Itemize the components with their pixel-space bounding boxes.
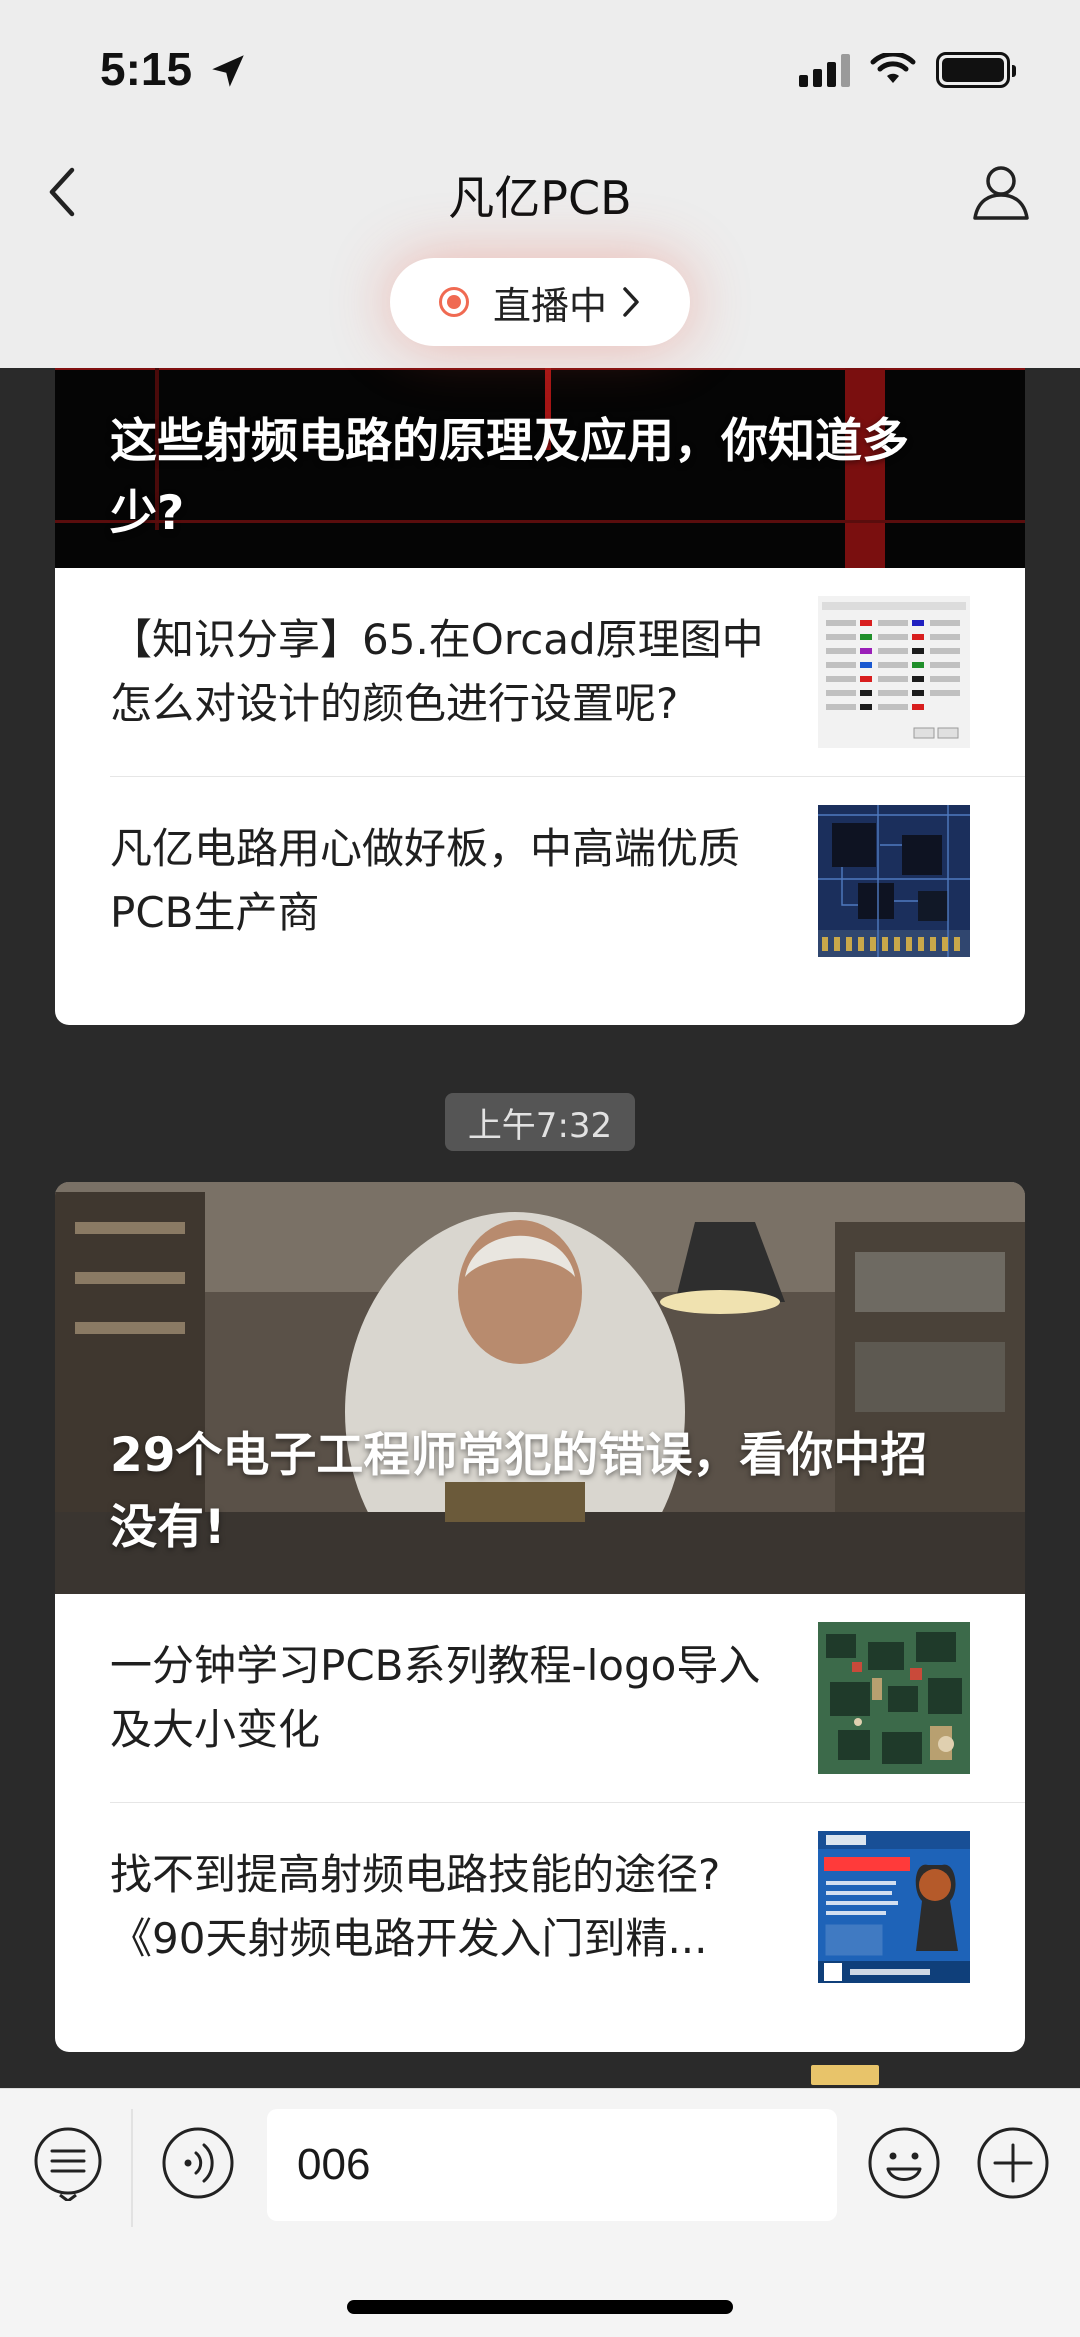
emoji-icon[interactable] <box>866 2125 942 2201</box>
article-hero[interactable]: 29个电子工程师常犯的错误，看你中招没有! <box>55 1182 1025 1594</box>
profile-icon[interactable] <box>970 160 1032 222</box>
article-list-item[interactable]: 一分钟学习PCB系列教程-logo导入及大小变化 <box>110 1594 1025 1802</box>
plus-icon[interactable] <box>975 2125 1051 2201</box>
cellular-signal-icon <box>799 53 850 87</box>
status-time: 5:15 <box>100 43 193 95</box>
article-thumbnail <box>818 1830 970 1983</box>
status-indicators <box>799 52 1016 88</box>
battery-icon <box>936 52 1016 88</box>
article-list-item[interactable]: 【知识分享】65.在Orcad原理图中怎么对设计的颜色进行设置呢? <box>110 568 1025 776</box>
article-card: 29个电子工程师常犯的错误，看你中招没有! 一分钟学习PCB系列教程-logo导… <box>55 1182 1025 2052</box>
hero-title: 这些射频电路的原理及应用，你知道多少? <box>110 414 909 541</box>
menu-list-icon[interactable] <box>30 2125 106 2201</box>
voice-input-icon[interactable] <box>160 2125 236 2201</box>
article-title: 【知识分享】65.在Orcad原理图中怎么对设计的颜色进行设置呢? <box>110 615 764 728</box>
message-timestamp: 上午7:32 <box>445 1093 635 1151</box>
divider <box>131 2109 133 2227</box>
article-title: 凡亿电路用心做好板，中高端优质PCB生产商 <box>110 823 741 937</box>
article-list-item[interactable]: 找不到提高射频电路技能的途径?《90天射频电路开发入门到精... <box>110 1802 1025 2010</box>
decorative-bookmark <box>811 2065 879 2085</box>
page-title: 凡亿PCB <box>448 171 632 225</box>
hero-title: 29个电子工程师常犯的错误，看你中招没有! <box>110 1428 928 1555</box>
message-input[interactable]: 006 <box>267 2109 837 2221</box>
article-thumbnail <box>818 804 970 957</box>
live-stream-button[interactable]: 直播中 <box>390 258 690 346</box>
article-thumbnail <box>818 1622 970 1774</box>
chevron-right-icon <box>623 287 639 317</box>
live-record-icon <box>438 287 469 317</box>
article-title: 一分钟学习PCB系列教程-logo导入及大小变化 <box>110 1641 761 1754</box>
article-list-item[interactable]: 凡亿电路用心做好板，中高端优质PCB生产商 <box>110 776 1025 984</box>
article-title: 找不到提高射频电路技能的途径?《90天射频电路开发入门到精... <box>110 1849 721 1963</box>
live-label: 直播中 <box>492 283 607 328</box>
article-thumbnail <box>818 596 970 748</box>
home-indicator[interactable] <box>347 2300 733 2314</box>
top-bar: 5:15 凡亿PCB 直播中 <box>0 0 1080 368</box>
location-arrow-icon <box>212 55 244 87</box>
article-card: 这些射频电路的原理及应用，你知道多少? 【知识分享】65.在Orcad原理图中怎… <box>55 330 1025 1025</box>
wifi-icon <box>870 53 916 83</box>
